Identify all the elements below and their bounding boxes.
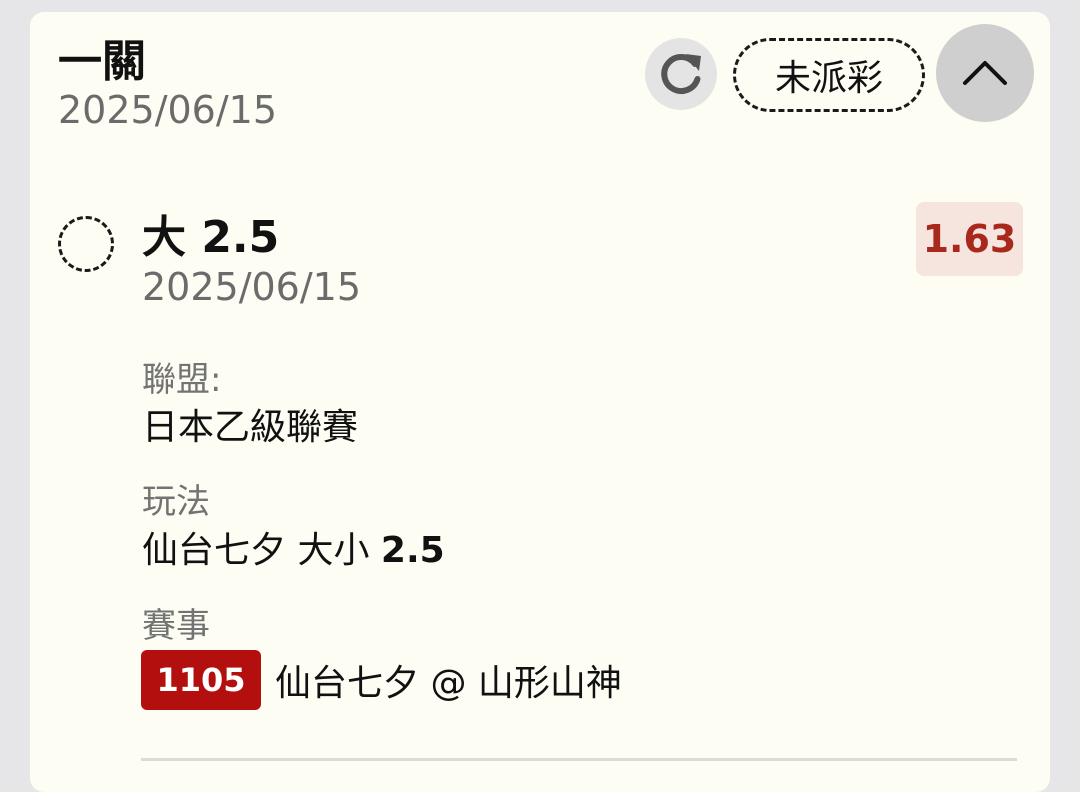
odds-badge: 1.63: [916, 202, 1023, 276]
bet-type-title: 一關: [58, 36, 146, 87]
league-value: 日本乙級聯賽: [142, 407, 359, 448]
refresh-icon: [661, 54, 701, 94]
market-line-value: 2.5: [380, 530, 445, 571]
selection-date: 2025/06/15: [142, 265, 362, 309]
chevron-up-icon: [963, 61, 1007, 85]
bet-card: 一關 2025/06/15 未派彩 大 2.5 2025/06/15 1.63 …: [30, 12, 1050, 792]
match-name: 仙台七夕 @ 山形山神: [275, 663, 622, 704]
market-label: 玩法: [142, 482, 210, 522]
selection-status-icon[interactable]: [58, 216, 114, 272]
match-row: 1105 仙台七夕 @ 山形山神: [141, 650, 622, 710]
bet-date: 2025/06/15: [58, 88, 278, 132]
settlement-status-badge: 未派彩: [733, 38, 925, 112]
collapse-button[interactable]: [936, 24, 1034, 122]
match-label: 賽事: [142, 606, 210, 646]
match-id-badge: 1105: [141, 650, 261, 710]
market-value: 仙台七夕 大小 2.5: [142, 530, 445, 572]
league-label: 聯盟:: [142, 360, 222, 400]
refresh-button[interactable]: [645, 38, 717, 110]
selection-title: 大 2.5: [142, 212, 280, 263]
market-value-text: 仙台七夕 大小: [142, 530, 381, 571]
divider: [141, 758, 1017, 761]
